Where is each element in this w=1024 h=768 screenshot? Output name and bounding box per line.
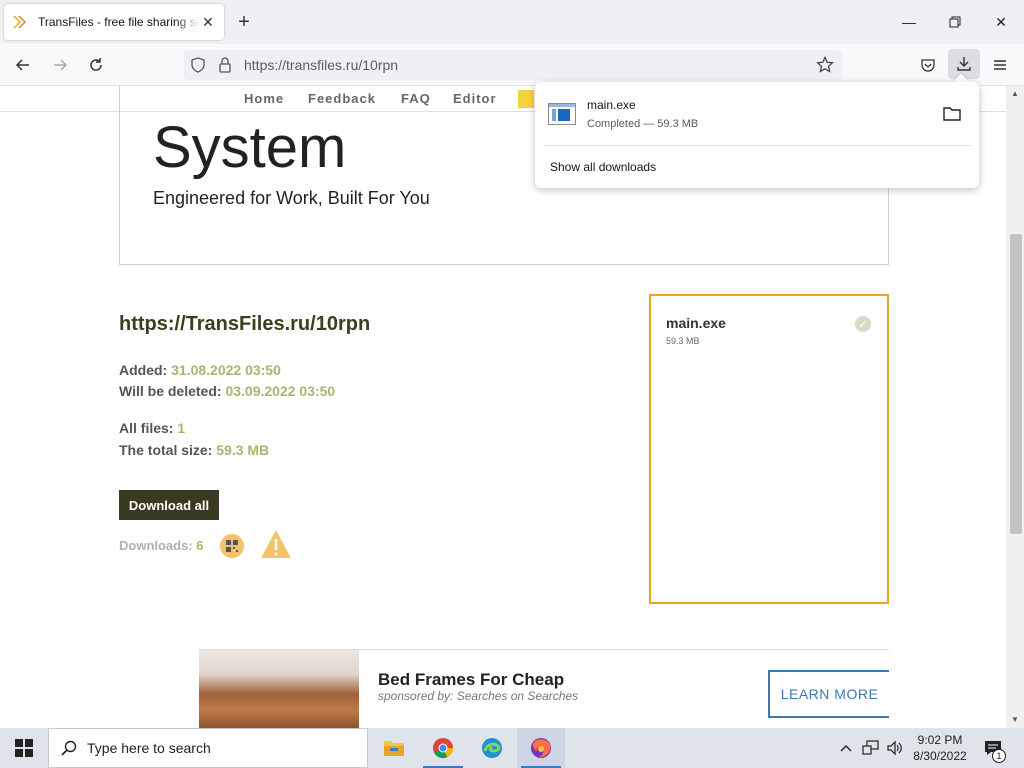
downloads-panel-divider — [543, 145, 971, 146]
windows-start-icon[interactable] — [0, 728, 48, 768]
file-card-size: 59.3 MB — [666, 336, 700, 346]
size-label: The total size: — [119, 442, 213, 458]
tab-title: TransFiles - free file sharing service — [38, 15, 200, 29]
deleted-label: Will be deleted: — [119, 383, 222, 399]
added-label: Added: — [119, 362, 168, 378]
deleted-value: 03.09.2022 03:50 — [225, 383, 336, 399]
new-tab-icon[interactable]: + — [232, 10, 256, 34]
scroll-thumb[interactable] — [1010, 234, 1022, 534]
scroll-up-icon[interactable]: ▲ — [1010, 88, 1020, 98]
download-status: Completed — 59.3 MB — [587, 118, 699, 130]
files-value: 1 — [177, 420, 186, 436]
hero-subtitle: Engineered for Work, Built For You — [153, 188, 430, 208]
file-card-name[interactable]: main.exe — [666, 315, 726, 331]
lock-icon[interactable] — [218, 57, 232, 78]
size-info: The total size: 59.3 MB — [119, 442, 269, 458]
files-info: All files: 1 — [119, 420, 185, 436]
advertisement[interactable]: Bed Frames For Cheap sponsored by: Searc… — [199, 649, 889, 728]
downloads-value: 6 — [196, 538, 204, 553]
tab-strip: TransFiles - free file sharing service ✕… — [0, 0, 1024, 44]
chrome-icon[interactable] — [419, 728, 467, 768]
tracking-shield-icon[interactable] — [190, 57, 206, 78]
downloads-label: Downloads: — [119, 538, 193, 553]
minimize-icon[interactable]: — — [886, 0, 932, 44]
share-link: https://TransFiles.ru/10rpn — [119, 313, 371, 335]
clock-date: 8/30/2022 — [913, 749, 967, 763]
downloads-count: Downloads: 6 — [119, 538, 204, 553]
taskbar-search-placeholder: Type here to search — [87, 740, 211, 756]
file-card[interactable]: main.exe 59.3 MB ✓ — [649, 294, 889, 604]
url-text[interactable]: https://transfiles.ru/10rpn — [244, 57, 398, 73]
firefox-icon[interactable] — [517, 728, 565, 768]
added-value: 31.08.2022 03:50 — [171, 362, 281, 378]
notification-badge: 1 — [992, 749, 1006, 763]
search-icon — [61, 740, 77, 756]
ad-title[interactable]: Bed Frames For Cheap — [378, 670, 564, 690]
ad-bed-frame-image[interactable] — [199, 650, 359, 728]
download-filename[interactable]: main.exe — [587, 98, 636, 112]
back-icon[interactable] — [10, 52, 36, 78]
pocket-icon[interactable] — [915, 52, 941, 78]
scroll-down-icon[interactable]: ▼ — [1010, 714, 1020, 724]
show-all-downloads-button[interactable]: Show all downloads — [550, 160, 656, 174]
download-all-button[interactable]: Download all — [119, 490, 219, 520]
edge-icon[interactable] — [468, 728, 516, 768]
files-label: All files: — [119, 420, 174, 436]
ad-learn-more-button[interactable]: LEARN MORE — [768, 670, 889, 718]
notification-center-icon[interactable]: 1 — [978, 728, 1008, 768]
ad-sponsor: sponsored by: Searches on Searches — [378, 689, 579, 703]
menu-icon[interactable] — [987, 52, 1013, 78]
transfiles-favicon-icon — [12, 14, 28, 30]
page-scrollbar[interactable]: ▲ ▼ — [1006, 86, 1024, 728]
exe-file-icon[interactable] — [548, 103, 576, 125]
restore-icon[interactable] — [932, 0, 978, 44]
network-icon[interactable] — [860, 728, 882, 768]
report-warning-icon[interactable] — [260, 529, 292, 564]
navigation-bar: https://transfiles.ru/10rpn — [0, 44, 1024, 86]
downloads-icon[interactable] — [948, 49, 980, 79]
downloads-panel: main.exe Completed — 59.3 MB Show all do… — [535, 82, 979, 188]
bookmark-star-icon[interactable] — [816, 55, 834, 79]
size-value: 59.3 MB — [216, 442, 270, 458]
qr-code-icon[interactable] — [220, 534, 244, 558]
added-info: Added: 31.08.2022 03:50 — [119, 362, 281, 378]
open-folder-icon[interactable] — [943, 106, 961, 127]
taskbar-clock[interactable]: 9:02 PM 8/30/2022 — [908, 732, 972, 764]
taskbar: Type here to search 9:02 PM 8/30/2022 1 — [0, 728, 1024, 768]
checkmark-icon[interactable]: ✓ — [855, 316, 871, 332]
tab-close-icon[interactable]: ✕ — [200, 14, 216, 30]
reload-icon[interactable] — [83, 52, 109, 78]
taskbar-search[interactable]: Type here to search — [48, 728, 368, 768]
hero-title: System — [153, 115, 347, 180]
url-bar[interactable]: https://transfiles.ru/10rpn — [184, 50, 842, 80]
deleted-info: Will be deleted: 03.09.2022 03:50 — [119, 383, 335, 399]
volume-icon[interactable] — [884, 728, 906, 768]
forward-icon[interactable] — [47, 52, 73, 78]
file-explorer-icon[interactable] — [370, 728, 418, 768]
browser-tab[interactable]: TransFiles - free file sharing service ✕ — [4, 4, 224, 40]
tray-chevron-up-icon[interactable] — [836, 728, 856, 768]
clock-time: 9:02 PM — [917, 733, 963, 747]
close-window-icon[interactable]: ✕ — [978, 0, 1024, 44]
